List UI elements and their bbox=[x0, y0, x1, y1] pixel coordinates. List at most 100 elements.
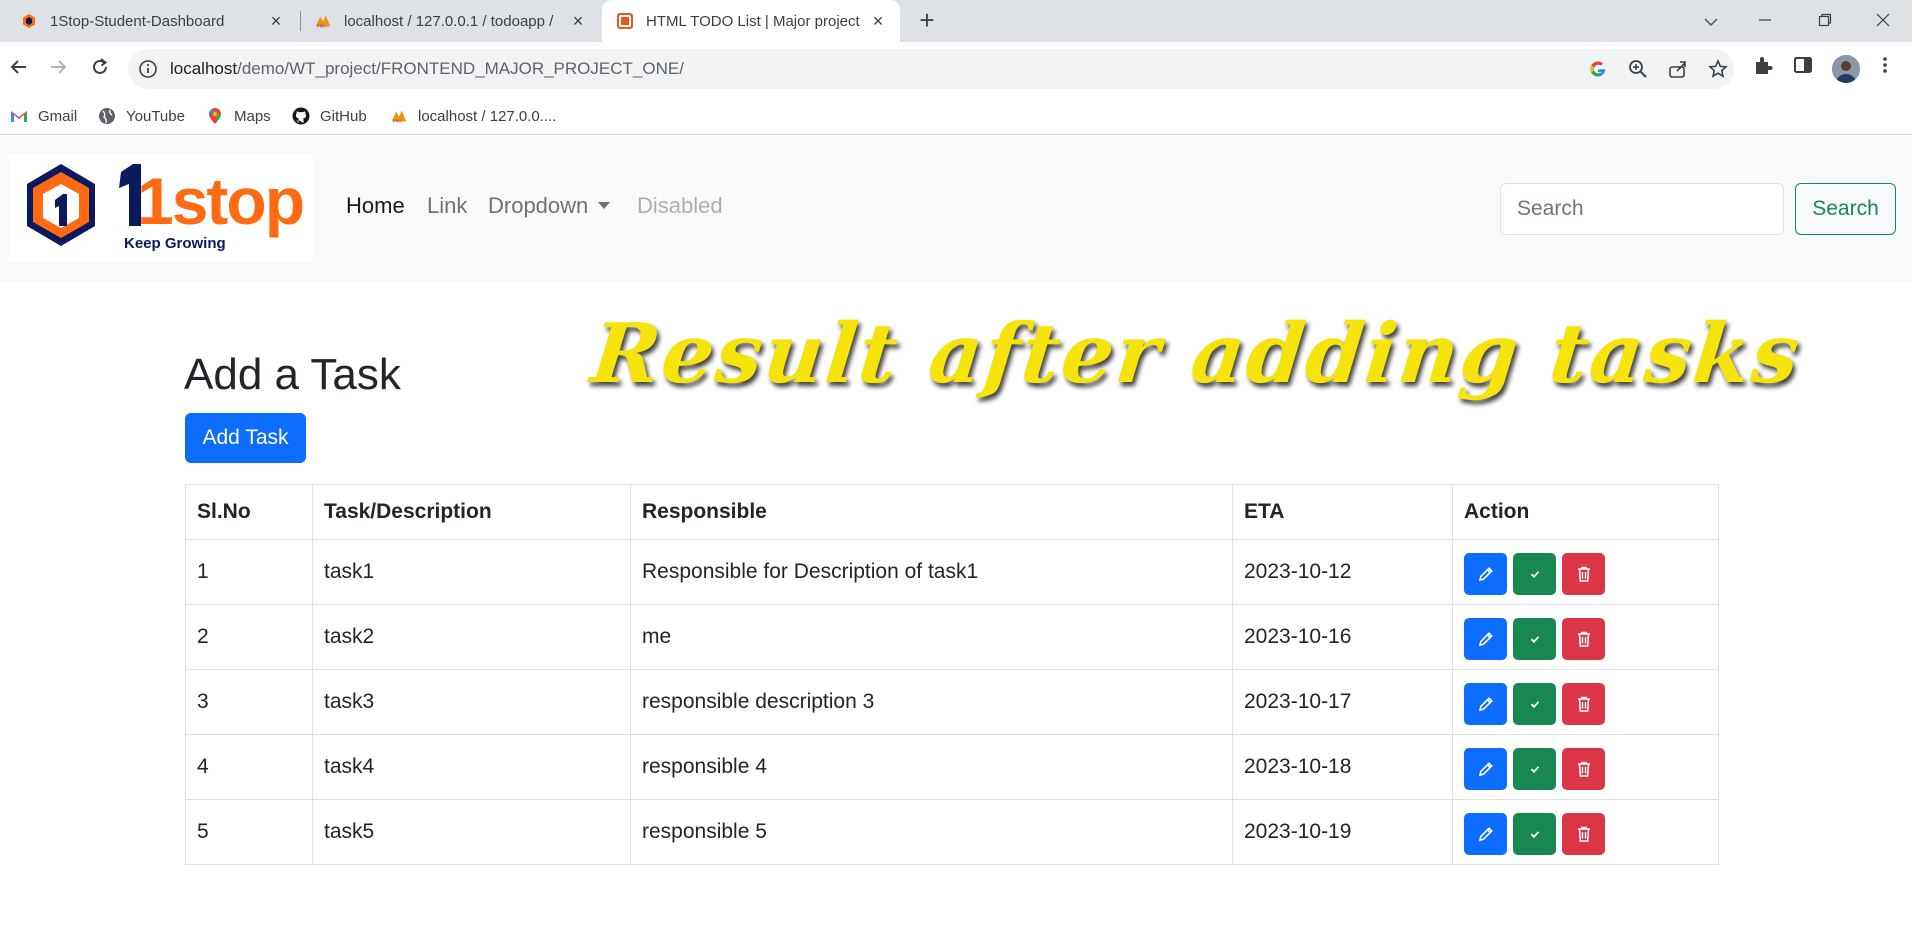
cell-actions bbox=[1452, 604, 1719, 670]
table-row: 3 task3 responsible description 3 2023-10-1… bbox=[185, 669, 1719, 735]
close-icon[interactable]: × bbox=[266, 11, 286, 31]
bookmark-github[interactable]: GitHub bbox=[292, 103, 367, 129]
pencil-icon bbox=[1477, 562, 1495, 585]
address-bar[interactable]: localhost/demo/WT_project/FRONTEND_MAJOR… bbox=[128, 49, 1734, 89]
cell-actions bbox=[1452, 734, 1719, 800]
tab-todo-active[interactable]: HTML TODO List | Major project × bbox=[602, 0, 900, 42]
cell-task: task5 bbox=[312, 799, 631, 865]
complete-task-button[interactable] bbox=[1513, 683, 1556, 725]
tab-dashboard[interactable]: 1Stop-Student-Dashboard × bbox=[8, 0, 298, 42]
menu-dots-icon[interactable] bbox=[1874, 54, 1900, 80]
table-body: 1 task1 Responsible for Description of tas… bbox=[185, 539, 1719, 865]
add-task-button[interactable]: Add Task bbox=[185, 413, 306, 463]
delete-task-button[interactable] bbox=[1562, 813, 1605, 855]
nav-dropdown-label: Dropdown bbox=[488, 193, 589, 218]
trash-icon bbox=[1576, 822, 1592, 845]
nav-disabled-link: Disabled bbox=[637, 193, 723, 218]
bookmark-youtube[interactable]: YouTube bbox=[98, 103, 185, 129]
search-button[interactable]: Search bbox=[1795, 183, 1896, 235]
page-title: Add a Task bbox=[184, 350, 401, 399]
caret-down-icon bbox=[598, 202, 611, 209]
table-row: 4 task4 responsible 4 2023-10-18 bbox=[185, 734, 1719, 800]
complete-task-button[interactable] bbox=[1513, 813, 1556, 855]
close-icon[interactable]: × bbox=[868, 11, 888, 31]
cell-eta: 2023-10-12 bbox=[1232, 539, 1453, 605]
forward-icon[interactable] bbox=[42, 54, 74, 86]
minimize-icon[interactable] bbox=[1750, 6, 1780, 36]
browser-toolbar: localhost/demo/WT_project/FRONTEND_MAJOR… bbox=[0, 42, 1912, 97]
column-header: Sl.No bbox=[185, 484, 313, 540]
bookmarks-bar: Gmail YouTube Maps GitHub PMA localhost … bbox=[0, 97, 1912, 135]
extensions-icon[interactable] bbox=[1752, 54, 1778, 80]
brand-logo[interactable]: 1stop Keep Growing bbox=[9, 154, 313, 262]
phpmyadmin-icon: PMA bbox=[314, 12, 332, 30]
url-path: /demo/WT_project/FRONTEND_MAJOR_PROJECT_… bbox=[237, 59, 684, 78]
site-info-icon[interactable] bbox=[138, 59, 158, 79]
column-header: Responsible bbox=[630, 484, 1233, 540]
share-icon[interactable] bbox=[1668, 59, 1688, 79]
bookmark-gmail[interactable]: Gmail bbox=[10, 103, 77, 129]
delete-task-button[interactable] bbox=[1562, 618, 1605, 660]
table-row: 1 task1 Responsible for Description of tas… bbox=[185, 539, 1719, 605]
delete-task-button[interactable] bbox=[1562, 748, 1605, 790]
check-icon bbox=[1528, 562, 1542, 585]
nav-link[interactable]: Link bbox=[427, 193, 467, 219]
new-tab-icon[interactable]: + bbox=[914, 7, 940, 34]
edit-task-button[interactable] bbox=[1464, 683, 1507, 725]
edit-task-button[interactable] bbox=[1464, 553, 1507, 595]
back-icon[interactable] bbox=[3, 54, 35, 86]
cell-sl-no: 3 bbox=[185, 669, 313, 735]
svg-text:PMA: PMA bbox=[317, 23, 327, 28]
complete-task-button[interactable] bbox=[1513, 748, 1556, 790]
cell-eta: 2023-10-19 bbox=[1232, 799, 1453, 865]
trash-icon bbox=[1576, 757, 1592, 780]
profile-avatar[interactable] bbox=[1832, 55, 1860, 83]
nav-dropdown-toggle[interactable]: Dropdown bbox=[488, 193, 611, 219]
cell-responsible: responsible 5 bbox=[630, 799, 1233, 865]
search-input[interactable] bbox=[1500, 183, 1784, 235]
bookmark-maps[interactable]: Maps bbox=[206, 103, 271, 129]
side-panel-icon[interactable] bbox=[1792, 54, 1818, 80]
edit-task-button[interactable] bbox=[1464, 748, 1507, 790]
cell-eta: 2023-10-17 bbox=[1232, 669, 1453, 735]
cell-responsible: me bbox=[630, 604, 1233, 670]
check-icon bbox=[1528, 757, 1542, 780]
zoom-icon[interactable] bbox=[1628, 59, 1648, 79]
cell-actions bbox=[1452, 799, 1719, 865]
cell-responsible: responsible 4 bbox=[630, 734, 1233, 800]
tab-search-chevron-icon[interactable] bbox=[1696, 6, 1726, 36]
cell-sl-no: 4 bbox=[185, 734, 313, 800]
cell-sl-no: 5 bbox=[185, 799, 313, 865]
nav-home-link[interactable]: Home bbox=[346, 193, 405, 219]
delete-task-button[interactable] bbox=[1562, 553, 1605, 595]
complete-task-button[interactable] bbox=[1513, 618, 1556, 660]
check-icon bbox=[1528, 692, 1542, 715]
delete-task-button[interactable] bbox=[1562, 683, 1605, 725]
cell-eta: 2023-10-16 bbox=[1232, 604, 1453, 670]
overlay-caption: Result after adding tasks bbox=[586, 306, 1806, 402]
tab-title: HTML TODO List | Major project bbox=[646, 12, 860, 30]
bookmark-localhost[interactable]: PMA localhost / 127.0.0.... bbox=[390, 103, 556, 129]
restore-icon[interactable] bbox=[1810, 6, 1840, 36]
pencil-icon bbox=[1477, 757, 1495, 780]
complete-task-button[interactable] bbox=[1513, 553, 1556, 595]
svg-text:1stop: 1stop bbox=[137, 164, 303, 238]
tab-phpmyadmin[interactable]: PMA localhost / 127.0.0.1 / todoapp / × bbox=[302, 0, 600, 42]
tab-divider bbox=[300, 11, 301, 31]
url-host: localhost bbox=[170, 59, 238, 78]
edit-task-button[interactable] bbox=[1464, 813, 1507, 855]
pencil-icon bbox=[1477, 822, 1495, 845]
reload-icon[interactable] bbox=[84, 54, 116, 86]
google-icon[interactable] bbox=[1588, 59, 1608, 79]
tab-title: localhost / 127.0.0.1 / todoapp / bbox=[344, 12, 554, 30]
browser-tab-strip: 1Stop-Student-Dashboard × PMA localhost … bbox=[0, 0, 1912, 42]
edit-task-button[interactable] bbox=[1464, 618, 1507, 660]
close-icon[interactable]: × bbox=[568, 11, 588, 31]
hexagon-icon bbox=[20, 12, 38, 30]
cell-responsible: responsible description 3 bbox=[630, 669, 1233, 735]
url-text: localhost/demo/WT_project/FRONTEND_MAJOR… bbox=[170, 59, 684, 79]
close-window-icon[interactable] bbox=[1868, 6, 1898, 36]
cell-sl-no: 2 bbox=[185, 604, 313, 670]
bookmark-star-icon[interactable] bbox=[1708, 59, 1728, 79]
phpmyadmin-icon: PMA bbox=[390, 107, 408, 125]
